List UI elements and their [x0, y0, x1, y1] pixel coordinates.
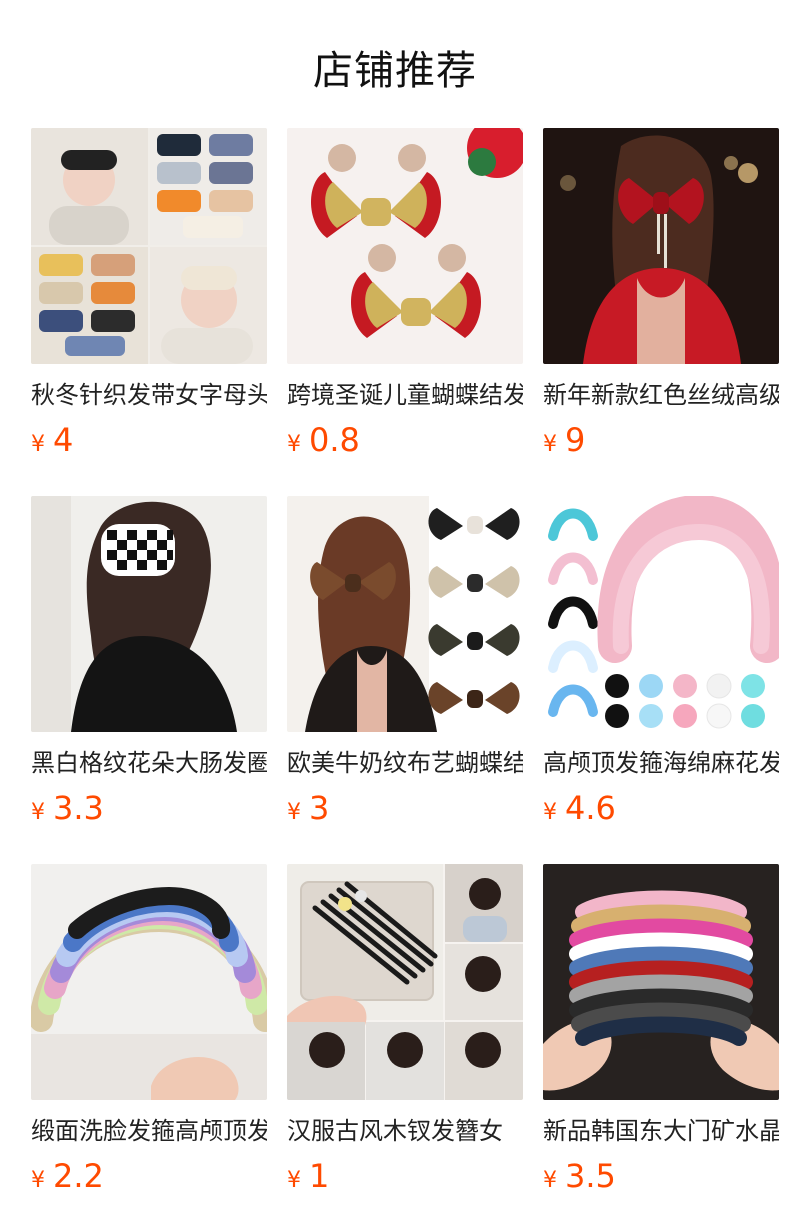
product-name[interactable]: 高颅顶发箍海绵麻花发箍	[543, 746, 779, 780]
price-value: 1	[309, 1157, 330, 1195]
currency-symbol: ¥	[287, 1168, 301, 1193]
product-image[interactable]	[543, 496, 779, 732]
product-image[interactable]	[287, 864, 523, 1100]
price-value: 0.8	[309, 421, 360, 459]
product-image[interactable]	[31, 128, 267, 364]
product-price: ¥1	[287, 1156, 523, 1196]
product-card[interactable]: 黑白格纹花朵大肠发圈 ¥3.3	[31, 496, 267, 828]
currency-symbol: ¥	[287, 432, 301, 457]
product-name[interactable]: 新年新款红色丝绒高级感	[543, 378, 779, 412]
price-value: 4.6	[565, 789, 616, 827]
product-name[interactable]: 跨境圣诞儿童蝴蝶结发夹	[287, 378, 523, 412]
product-price: ¥3	[287, 788, 523, 828]
currency-symbol: ¥	[287, 800, 301, 825]
product-name[interactable]: 新品韩国东大门矿水晶	[543, 1114, 779, 1148]
product-name[interactable]: 欧美牛奶纹布艺蝴蝶结	[287, 746, 523, 780]
product-card[interactable]: 新年新款红色丝绒高级感 ¥9	[543, 128, 779, 460]
product-price: ¥9	[543, 420, 779, 460]
product-card[interactable]: 欧美牛奶纹布艺蝴蝶结 ¥3	[287, 496, 523, 828]
product-price: ¥4.6	[543, 788, 779, 828]
price-value: 3	[309, 789, 330, 827]
product-price: ¥2.2	[31, 1156, 267, 1196]
product-price: ¥4	[31, 420, 267, 460]
product-card[interactable]: 跨境圣诞儿童蝴蝶结发夹 ¥0.8	[287, 128, 523, 460]
page-title: 店铺推荐	[313, 48, 477, 94]
product-card[interactable]: 秋冬针织发带女字母头巾 ¥4	[31, 128, 267, 460]
product-name[interactable]: 缎面洗脸发箍高颅顶发箍	[31, 1114, 267, 1148]
price-value: 9	[565, 421, 586, 459]
product-image[interactable]	[31, 496, 267, 732]
product-price: ¥3.5	[543, 1156, 779, 1196]
product-grid: 秋冬针织发带女字母头巾 ¥4	[31, 128, 779, 1218]
product-card[interactable]: 新品韩国东大门矿水晶 ¥3.5	[543, 864, 779, 1196]
product-image[interactable]	[287, 128, 523, 364]
price-value: 2.2	[53, 1157, 104, 1195]
currency-symbol: ¥	[31, 800, 45, 825]
product-card[interactable]: 高颅顶发箍海绵麻花发箍 ¥4.6	[543, 496, 779, 828]
product-image[interactable]	[543, 128, 779, 364]
product-card[interactable]: 缎面洗脸发箍高颅顶发箍 ¥2.2	[31, 864, 267, 1196]
currency-symbol: ¥	[543, 1168, 557, 1193]
price-value: 3.3	[53, 789, 104, 827]
product-price: ¥0.8	[287, 420, 523, 460]
currency-symbol: ¥	[31, 1168, 45, 1193]
currency-symbol: ¥	[543, 432, 557, 457]
currency-symbol: ¥	[31, 432, 45, 457]
product-name[interactable]: 汉服古风木钗发簪女	[287, 1114, 523, 1148]
price-value: 3.5	[565, 1157, 616, 1195]
price-value: 4	[53, 421, 74, 459]
product-price: ¥3.3	[31, 788, 267, 828]
product-image[interactable]	[543, 864, 779, 1100]
product-image[interactable]	[31, 864, 267, 1100]
product-name[interactable]: 黑白格纹花朵大肠发圈	[31, 746, 267, 780]
product-card[interactable]: 汉服古风木钗发簪女 ¥1	[287, 864, 523, 1196]
product-name[interactable]: 秋冬针织发带女字母头巾	[31, 378, 267, 412]
product-image[interactable]	[287, 496, 523, 732]
currency-symbol: ¥	[543, 800, 557, 825]
